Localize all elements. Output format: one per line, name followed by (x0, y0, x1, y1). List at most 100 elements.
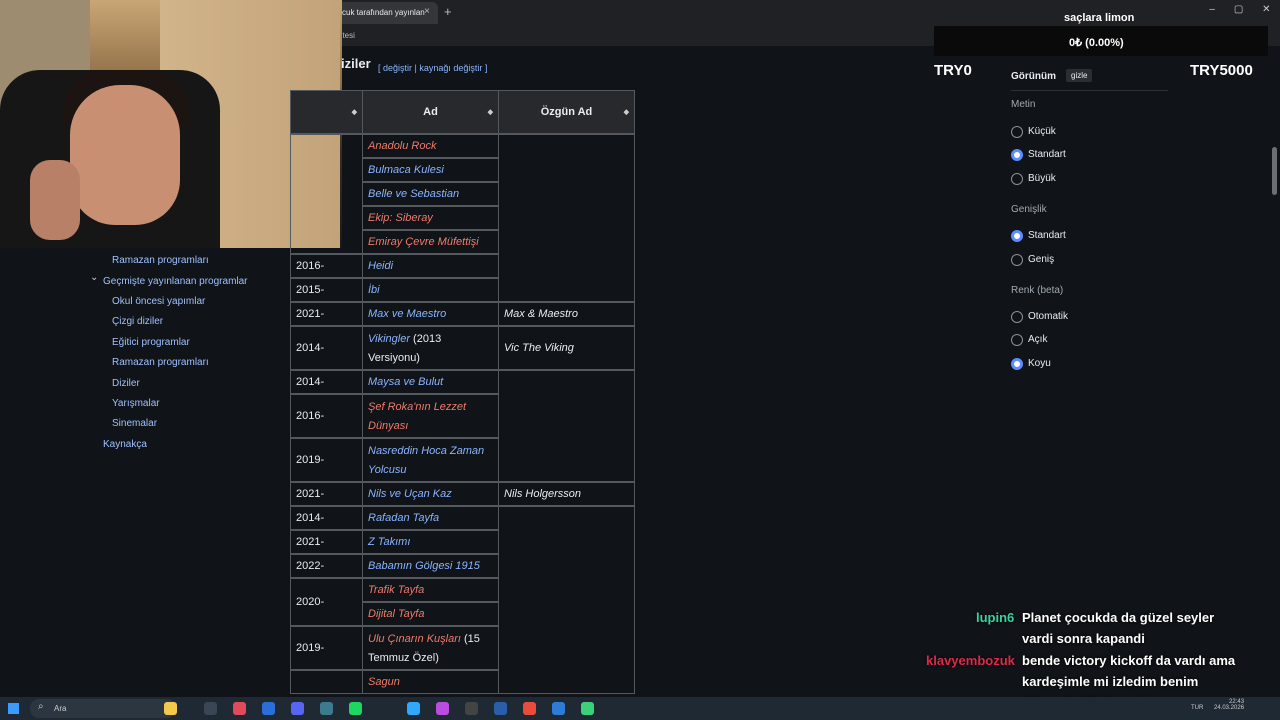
radio-button[interactable] (1011, 173, 1023, 185)
app-icon[interactable] (465, 702, 478, 715)
radio-button[interactable] (1011, 311, 1023, 323)
radio-label[interactable]: Küçük (1028, 126, 1056, 137)
maximize-icon[interactable]: ▢ (1234, 4, 1243, 20)
radio-label[interactable]: Açık (1028, 334, 1047, 345)
series-link[interactable]: Anadolu Rock (368, 140, 437, 152)
language-indicator[interactable]: TUR (1191, 705, 1203, 711)
radio-label[interactable]: Standart (1028, 230, 1066, 241)
toc-item[interactable]: Ramazan programları (112, 255, 209, 266)
photoshop-icon[interactable] (407, 702, 420, 715)
chrome-icon[interactable] (523, 702, 536, 715)
radio-button[interactable] (1011, 254, 1023, 266)
header-label: Ad (423, 106, 438, 118)
series-link[interactable]: Emiray Çevre Müfettişi (368, 236, 479, 248)
series-link[interactable]: Bulmaca Kulesi (368, 164, 444, 176)
sort-icon[interactable]: ◆ (624, 108, 629, 116)
series-link[interactable]: Babamın Gölgesi 1915 (368, 560, 480, 572)
series-link[interactable]: Heidi (368, 260, 393, 272)
hide-appearance-button[interactable]: gizle (1066, 69, 1093, 82)
app-icon[interactable] (494, 702, 507, 715)
series-link[interactable]: Trafik Tayfa (368, 584, 424, 596)
chat-message: kardeşimle mi izledim benim (1022, 674, 1199, 689)
clock[interactable]: 22:43 24.03.2026 (1214, 699, 1244, 711)
table-header[interactable]: Ad ◆ (362, 90, 499, 134)
year-value: 2021- (296, 307, 325, 320)
store-icon[interactable] (262, 702, 275, 715)
series-link[interactable]: Nils ve Uçan Kaz (368, 488, 452, 500)
toc-item[interactable]: Okul öncesi yapımlar (112, 296, 205, 307)
windows-start-icon[interactable] (8, 703, 19, 714)
series-link[interactable]: İbi (368, 284, 380, 296)
copilot-icon[interactable] (164, 702, 177, 715)
minimize-icon[interactable]: – (1209, 4, 1215, 20)
edit-links[interactable]: [ değiştir | kaynağı değiştir ] (378, 63, 487, 73)
series-link[interactable]: Sagun (368, 676, 400, 688)
series-link[interactable]: Şef Roka'nın Lezzet Dünyası (368, 401, 466, 432)
radio-label[interactable]: Standart (1028, 149, 1066, 160)
series-link[interactable]: Rafadan Tayfa (368, 512, 439, 524)
series-link[interactable]: Ekip: Siberay (368, 212, 433, 224)
radio-button[interactable] (1011, 334, 1023, 346)
year-value: 2015- (296, 283, 325, 296)
series-link[interactable]: Belle ve Sebastian (368, 188, 459, 200)
radio-button[interactable] (1011, 358, 1023, 370)
close-window-icon[interactable]: ✕ (1262, 4, 1270, 20)
radio-label[interactable]: Büyük (1028, 173, 1056, 184)
chat-username: lupin6 (976, 610, 1015, 625)
new-tab-button[interactable]: + (444, 4, 452, 19)
browser-icon[interactable] (233, 702, 246, 715)
toc-item[interactable]: Yarışmalar (112, 398, 160, 409)
radio-button[interactable] (1011, 126, 1023, 138)
toc-item[interactable]: Ramazan programları (112, 357, 209, 368)
radio-button[interactable] (1011, 149, 1023, 161)
year-value: 2021- (296, 535, 325, 548)
app-icon[interactable] (552, 702, 565, 715)
year-value: 2016- (296, 409, 325, 422)
radio-label[interactable]: Koyu (1028, 358, 1051, 369)
discord-icon[interactable] (291, 702, 304, 715)
taskbar-search-label: Ara (54, 704, 67, 713)
table-header[interactable]: Özgün Ad ◆ (498, 90, 635, 134)
toc-item[interactable]: Diziler (112, 378, 140, 389)
radio-button[interactable] (1011, 230, 1023, 242)
year-cell: 2016- (290, 394, 363, 438)
table-row: Babamın Gölgesi 1915 (362, 554, 499, 578)
series-link[interactable]: Vikingler (368, 333, 410, 345)
chevron-down-icon[interactable]: ⌄ (90, 272, 98, 283)
spotify-icon[interactable] (349, 702, 362, 715)
table-header[interactable]: ◆ (290, 90, 363, 134)
radio-label[interactable]: Otomatik (1028, 311, 1068, 322)
toc-item[interactable]: Geçmişte yayınlanan programlar (103, 276, 248, 287)
stock-value: 0₺ (0.00%) (1069, 37, 1124, 49)
series-link[interactable]: Dijital Tayfa (368, 608, 424, 620)
app-icon[interactable] (581, 702, 594, 715)
toc-item[interactable]: Sinemalar (112, 418, 157, 429)
table-row: Belle ve Sebastian (362, 182, 499, 206)
series-link[interactable]: Max ve Maestro (368, 308, 446, 320)
sort-icon[interactable]: ◆ (488, 108, 493, 116)
sort-icon[interactable]: ◆ (352, 108, 357, 116)
year-cell: 2020- (290, 578, 363, 626)
series-link[interactable]: Maysa ve Bulut (368, 376, 443, 388)
radio-label[interactable]: Geniş (1028, 254, 1054, 265)
chat-username: klavyembozuk (926, 653, 1015, 668)
year-value: 2016- (296, 259, 325, 272)
series-link[interactable]: Ulu Çınarın Kuşları (368, 633, 461, 645)
year-cell (290, 134, 363, 254)
tab-close-icon[interactable]: × (424, 6, 430, 17)
series-link[interactable]: Nasreddin Hoca Zaman Yolcusu (368, 445, 484, 476)
app-icon[interactable] (320, 702, 333, 715)
browser-tab[interactable]: cuk tarafından yayınlan (332, 2, 438, 24)
toc-item[interactable]: Çizgi diziler (112, 316, 163, 327)
address-bar[interactable]: ritesi (338, 28, 938, 44)
year-cell: 2014- (290, 326, 363, 370)
app-icon[interactable] (436, 702, 449, 715)
toc-item[interactable]: Kaynakça (103, 439, 147, 450)
series-link[interactable]: Z Takımı (368, 536, 410, 548)
taskbar-search[interactable] (30, 699, 176, 718)
year-cell: 2021- (290, 482, 363, 506)
chat-message: vardi sonra kapandi (1022, 631, 1145, 646)
page-scrollbar[interactable] (1272, 147, 1277, 195)
toc-item[interactable]: Eğitici programlar (112, 337, 190, 348)
task-view-icon[interactable] (204, 702, 217, 715)
